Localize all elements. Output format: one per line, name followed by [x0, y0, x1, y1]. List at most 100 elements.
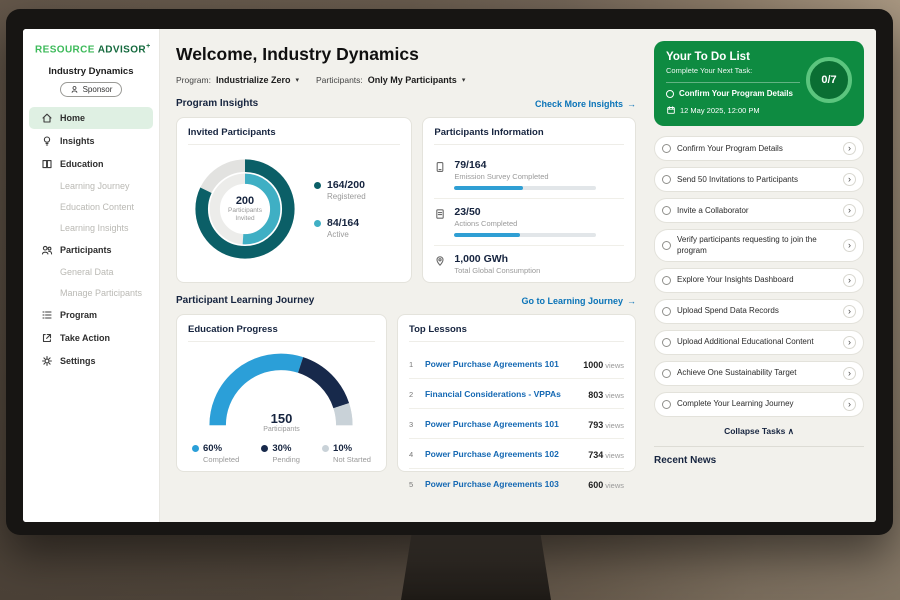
- lesson-row: 2 Financial Considerations - VPPAs 803vi…: [409, 379, 624, 409]
- lesson-link[interactable]: Power Purchase Agreements 102: [425, 449, 581, 459]
- sidebar-item-settings[interactable]: Settings: [29, 350, 153, 372]
- lesson-link[interactable]: Power Purchase Agreements 103: [425, 479, 581, 489]
- lesson-row: 5 Power Purchase Agreements 103 600views: [409, 469, 624, 498]
- todo-summary-card: Your To Do List Complete Your Next Task:…: [654, 41, 864, 126]
- task-row[interactable]: Verify participants requesting to join t…: [654, 229, 864, 262]
- chevron-right-icon[interactable]: ›: [843, 204, 856, 217]
- checkbox-icon[interactable]: [662, 338, 671, 347]
- arrow-right-icon: →: [627, 296, 636, 306]
- chevron-right-icon[interactable]: ›: [843, 305, 856, 318]
- action-arrow-icon: [41, 332, 53, 344]
- info-row-consumption: 1,000 GWh Total Global Consumption: [434, 246, 624, 288]
- chevron-right-icon[interactable]: ›: [843, 142, 856, 155]
- sidebar-item-manage-participants[interactable]: Manage Participants: [29, 283, 153, 303]
- info-progress-fill: [454, 186, 522, 190]
- chevron-down-icon[interactable]: ▾: [462, 76, 466, 84]
- sidebar-item-take-action[interactable]: Take Action: [29, 327, 153, 349]
- home-icon: [41, 112, 53, 124]
- screen: RESOURCE ADVISOR+ Industry Dynamics Spon…: [23, 29, 876, 522]
- lesson-link[interactable]: Power Purchase Agreements 101: [425, 419, 581, 429]
- collapse-tasks-link[interactable]: Collapse Tasks ∧: [654, 426, 864, 437]
- education-progress-gauge-chart: 150 Participants: [205, 349, 357, 433]
- task-row[interactable]: Invite a Collaborator ›: [654, 198, 864, 223]
- invited-participants-card: Invited Participants: [176, 117, 412, 283]
- next-task-date: 12 May 2025, 12:00 PM: [666, 105, 852, 115]
- sidebar-item-education-content[interactable]: Education Content: [29, 197, 153, 217]
- survey-progress-bar: [454, 186, 596, 190]
- sidebar-item-participants[interactable]: Participants: [29, 239, 153, 261]
- main-column: Welcome, Industry Dynamics Program: Indu…: [160, 29, 650, 522]
- checkbox-icon[interactable]: [662, 206, 671, 215]
- lightbulb-icon: [41, 135, 53, 147]
- info-row-survey: 79/164 Emission Survey Completed: [434, 152, 624, 199]
- gauge-legend-dot: [322, 445, 329, 452]
- section-title: Program Insights: [176, 98, 258, 109]
- task-row[interactable]: Upload Additional Educational Content ›: [654, 330, 864, 355]
- checkbox-icon[interactable]: [662, 241, 671, 250]
- gear-icon: [41, 355, 53, 367]
- gauge-legend-dot: [192, 445, 199, 452]
- gauge-legend-dot: [261, 445, 268, 452]
- lesson-row: 4 Power Purchase Agreements 102 734views: [409, 439, 624, 469]
- lesson-row: 1 Power Purchase Agreements 101 1000view…: [409, 349, 624, 379]
- invited-participants-donut-chart: 200 Participants Invited: [188, 152, 302, 266]
- task-row[interactable]: Send 50 Invitations to Participants ›: [654, 167, 864, 192]
- info-row-actions: 23/50 Actions Completed: [434, 199, 624, 246]
- monitor-bezel: RESOURCE ADVISOR+ Industry Dynamics Spon…: [6, 9, 893, 535]
- divider: [654, 446, 864, 447]
- list-icon: [41, 309, 53, 321]
- chevron-right-icon[interactable]: ›: [843, 336, 856, 349]
- checkbox-icon[interactable]: [662, 307, 671, 316]
- chevron-right-icon[interactable]: ›: [843, 398, 856, 411]
- task-row[interactable]: Explore Your Insights Dashboard ›: [654, 268, 864, 293]
- checkbox-icon[interactable]: [666, 90, 674, 98]
- top-lessons-card: Top Lessons 1 Power Purchase Agreements …: [397, 314, 636, 472]
- book-icon: [41, 158, 53, 170]
- sidebar-item-education[interactable]: Education: [29, 153, 153, 175]
- legend-dot-registered: [314, 182, 321, 189]
- sidebar-item-learning-insights[interactable]: Learning Insights: [29, 218, 153, 238]
- checkbox-icon[interactable]: [662, 175, 671, 184]
- program-filter-select[interactable]: Industrialize Zero: [216, 75, 291, 85]
- chevron-right-icon[interactable]: ›: [843, 173, 856, 186]
- legend-registered: 164/200 Registered: [314, 179, 366, 201]
- sidebar-item-home[interactable]: Home: [29, 107, 153, 129]
- checkbox-icon[interactable]: [662, 369, 671, 378]
- checkbox-icon[interactable]: [662, 144, 671, 153]
- check-more-insights-link[interactable]: Check More Insights →: [535, 99, 636, 109]
- chevron-right-icon[interactable]: ›: [843, 367, 856, 380]
- participants-information-card: Participants Information 79/164 Emission…: [422, 117, 636, 283]
- sidebar-item-learning-journey[interactable]: Learning Journey: [29, 176, 153, 196]
- next-task[interactable]: Confirm Your Program Details: [666, 89, 808, 99]
- location-pin-icon: [434, 255, 446, 267]
- checkbox-icon[interactable]: [662, 276, 671, 285]
- sidebar-item-program[interactable]: Program: [29, 304, 153, 326]
- task-row[interactable]: Upload Spend Data Records ›: [654, 299, 864, 324]
- chevron-right-icon[interactable]: ›: [843, 274, 856, 287]
- org-name: Industry Dynamics: [23, 66, 159, 77]
- learning-journey-header: Participant Learning Journey Go to Learn…: [176, 295, 636, 306]
- program-insights-header: Program Insights Check More Insights →: [176, 98, 636, 109]
- content-area: Welcome, Industry Dynamics Program: Indu…: [160, 29, 876, 522]
- task-row[interactable]: Achieve One Sustainability Target ›: [654, 361, 864, 386]
- recent-news-title: Recent News: [654, 455, 864, 466]
- education-progress-card: Education Progress 150: [176, 314, 387, 472]
- chevron-right-icon[interactable]: ›: [843, 239, 856, 252]
- sidebar-item-general-data[interactable]: General Data: [29, 262, 153, 282]
- lesson-link[interactable]: Power Purchase Agreements 101: [425, 359, 576, 369]
- sponsor-badge[interactable]: Sponsor: [60, 82, 123, 97]
- chevron-down-icon[interactable]: ▾: [295, 76, 299, 84]
- task-list: Confirm Your Program Details › Send 50 I…: [654, 136, 864, 417]
- task-row[interactable]: Complete Your Learning Journey ›: [654, 392, 864, 417]
- go-to-learning-journey-link[interactable]: Go to Learning Journey →: [521, 296, 636, 306]
- people-icon: [41, 244, 53, 256]
- todo-panel: Your To Do List Complete Your Next Task:…: [650, 29, 876, 522]
- arrow-right-icon: →: [627, 99, 636, 109]
- task-row[interactable]: Confirm Your Program Details ›: [654, 136, 864, 161]
- legend-active: 84/164 Active: [314, 217, 366, 239]
- participants-filter-select[interactable]: Only My Participants: [368, 75, 457, 85]
- lesson-link[interactable]: Financial Considerations - VPPAs: [425, 389, 581, 399]
- checkbox-icon[interactable]: [662, 400, 671, 409]
- todo-progress-ring: 0/7: [806, 57, 852, 103]
- sidebar-item-insights[interactable]: Insights: [29, 130, 153, 152]
